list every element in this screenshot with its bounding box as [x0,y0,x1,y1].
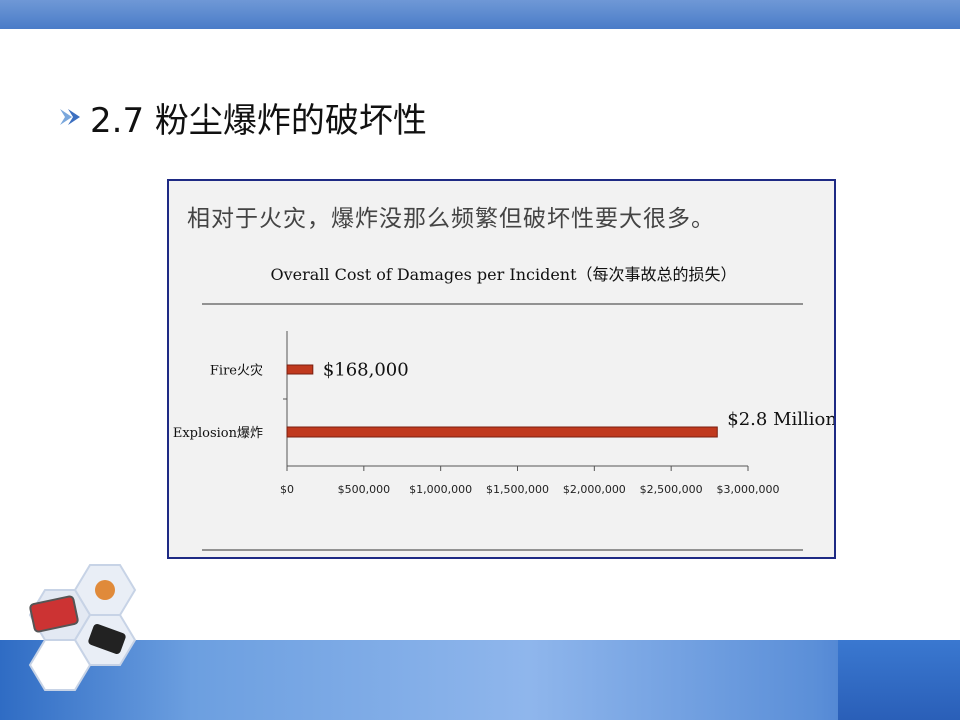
slide-title-text: 2.7 粉尘爆炸的破坏性 [90,100,427,141]
x-tick-label: $2,000,000 [563,483,626,496]
slide-title: 2.7 粉尘爆炸的破坏性 [58,92,427,142]
chevron-bullet-icon [60,109,80,125]
category-label: Explosion爆炸 [173,426,263,441]
data-label: $2.8 Million [727,409,834,430]
x-tick-label: $2,500,000 [640,483,703,496]
hexagon-cluster-icon [28,564,137,691]
x-tick-label: $3,000,000 [717,483,780,496]
data-label: $168,000 [323,360,409,381]
top-header-bar [0,0,960,29]
x-tick-label: $500,000 [338,483,391,496]
bar [286,426,718,438]
x-tick-label: $1,500,000 [486,483,549,496]
bar-chart: $0 $500,000 $1,000,000 $1,500,000 $2,000,000… [173,303,834,551]
hexagon-decoration [28,564,137,691]
chart-panel: 相对于火灾，爆炸没那么频繁但破坏性要大很多。 Overall Cost of D… [167,179,836,559]
x-tick-label: $1,000,000 [409,483,472,496]
x-tick-label: $0 [280,483,294,496]
footer-accent-block [838,640,960,720]
bar [286,364,314,375]
category-label: Fire火灾 [210,363,263,379]
